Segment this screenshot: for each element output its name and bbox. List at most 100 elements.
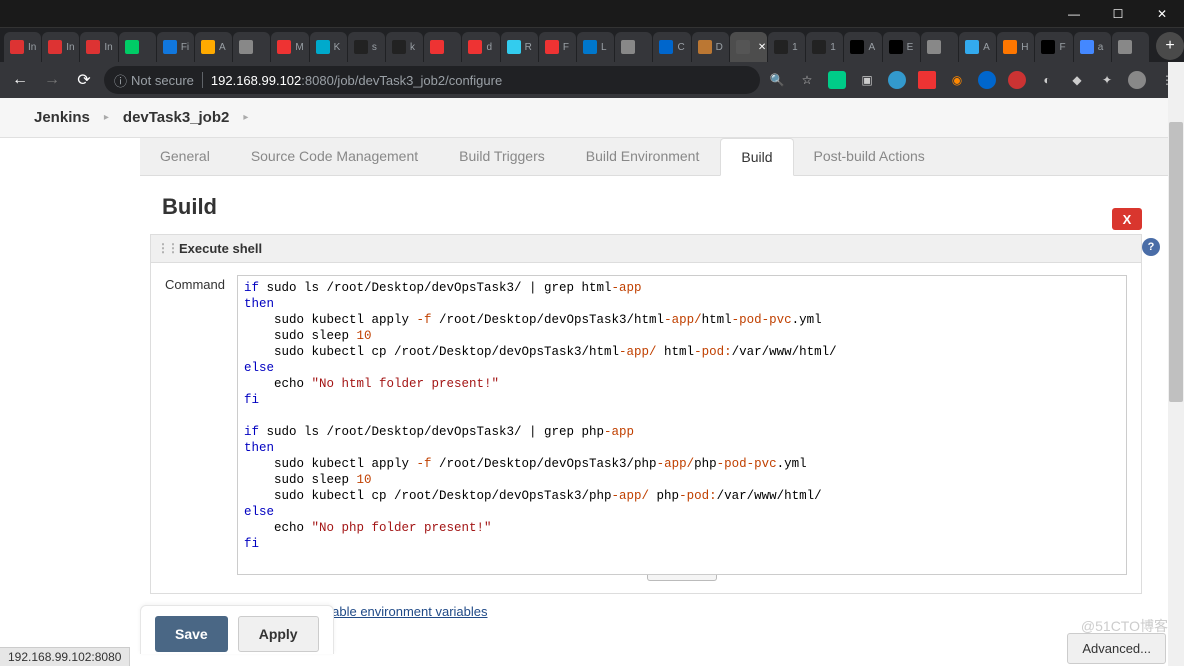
resize-handle[interactable]	[647, 575, 717, 581]
tab-label: F	[563, 42, 569, 53]
favicon-icon	[621, 40, 635, 54]
browser-tab[interactable]: 1	[806, 32, 843, 62]
apply-button[interactable]: Apply	[238, 616, 319, 652]
favicon-icon	[698, 40, 712, 54]
profile-avatar[interactable]	[1128, 71, 1146, 89]
favicon-icon	[86, 40, 100, 54]
browser-tab[interactable]	[1112, 32, 1149, 62]
watermark: @51CTO博客	[1081, 616, 1168, 636]
ext-icon-4[interactable]	[918, 71, 936, 89]
browser-tab[interactable]	[424, 32, 461, 62]
breadcrumb: Jenkins ▸ devTask3_job2 ▸	[0, 98, 1184, 138]
url-input[interactable]: ⓘ Not secure 192.168.99.102:8080/job/dev…	[104, 66, 760, 94]
browser-tab[interactable]	[119, 32, 156, 62]
tab-post-build[interactable]: Post-build Actions	[794, 138, 946, 175]
window-titlebar	[0, 0, 1184, 28]
browser-tab[interactable]: A	[844, 32, 881, 62]
scrollbar[interactable]	[1168, 62, 1184, 666]
ext-icon-2[interactable]: ▣	[858, 71, 876, 89]
browser-tab[interactable]: d	[462, 32, 499, 62]
browser-tab[interactable]: A	[959, 32, 996, 62]
favicon-icon	[545, 40, 559, 54]
browser-tab[interactable]	[233, 32, 270, 62]
help-icon[interactable]: ?	[1142, 238, 1160, 256]
ext-icon-3[interactable]	[888, 71, 906, 89]
browser-tab[interactable]: R	[501, 32, 538, 62]
extensions-icon[interactable]: ✦	[1098, 71, 1116, 89]
tab-label: 1	[830, 42, 836, 53]
browser-tab[interactable]	[921, 32, 958, 62]
browser-tab[interactable]: H	[997, 32, 1034, 62]
forward-button[interactable]: →	[40, 68, 64, 92]
drag-handle-icon[interactable]: ⋮⋮	[157, 241, 177, 255]
browser-tab[interactable]: D	[692, 32, 729, 62]
tab-label: Fi	[181, 42, 189, 53]
browser-tab[interactable]: K	[310, 32, 347, 62]
favicon-icon	[277, 40, 291, 54]
tab-triggers[interactable]: Build Triggers	[439, 138, 566, 175]
browser-tab[interactable]	[615, 32, 652, 62]
zoom-icon[interactable]: 🔍	[768, 71, 786, 89]
delete-step-button[interactable]: X	[1112, 208, 1142, 230]
step-header[interactable]: ⋮⋮ Execute shell	[151, 235, 1141, 263]
tab-label: In	[104, 42, 112, 53]
browser-tab[interactable]: E	[883, 32, 920, 62]
reload-button[interactable]: ⟳	[72, 68, 96, 92]
tab-label: a	[1098, 42, 1104, 53]
tab-environment[interactable]: Build Environment	[566, 138, 721, 175]
scroll-thumb[interactable]	[1169, 122, 1183, 402]
browser-tab[interactable]: C	[653, 32, 690, 62]
advanced-button[interactable]: Advanced...	[1067, 633, 1166, 664]
browser-tab[interactable]: M	[271, 32, 308, 62]
command-textarea[interactable]: if sudo ls /root/Desktop/devOpsTask3/ | …	[237, 275, 1127, 575]
browser-tab[interactable]: 1	[768, 32, 805, 62]
tab-label: In	[66, 42, 74, 53]
browser-tab[interactable]: Fi	[157, 32, 194, 62]
tab-close-icon[interactable]: ✕	[758, 42, 766, 53]
sidebar-spacer	[0, 138, 140, 666]
ext-icon-1[interactable]	[828, 71, 846, 89]
tab-label: A	[868, 42, 875, 53]
browser-tab[interactable]: a	[1074, 32, 1111, 62]
browser-tab[interactable]: In	[4, 32, 41, 62]
browser-tab[interactable]: ✕	[730, 32, 767, 62]
tab-label: d	[486, 42, 492, 53]
favicon-icon	[1041, 40, 1055, 54]
favicon-icon	[430, 40, 444, 54]
ext-icon-6[interactable]	[978, 71, 996, 89]
browser-tab[interactable]: F	[539, 32, 576, 62]
tab-label: A	[983, 42, 990, 53]
browser-tab[interactable]: F	[1035, 32, 1072, 62]
new-tab-button[interactable]: +	[1156, 32, 1184, 60]
save-button[interactable]: Save	[155, 616, 228, 652]
window-close-button[interactable]	[1140, 0, 1184, 28]
browser-tab[interactable]: A	[195, 32, 232, 62]
tab-build[interactable]: Build	[720, 138, 793, 176]
favicon-icon	[1080, 40, 1094, 54]
favicon-icon	[354, 40, 368, 54]
tab-label: A	[219, 42, 226, 53]
breadcrumb-job[interactable]: devTask3_job2	[109, 109, 243, 126]
back-button[interactable]: ←	[8, 68, 32, 92]
browser-tab[interactable]: L	[577, 32, 614, 62]
window-minimize-button[interactable]	[1052, 0, 1096, 28]
browser-tab[interactable]: In	[42, 32, 79, 62]
browser-tab[interactable]: In	[80, 32, 117, 62]
tab-label: k	[410, 42, 415, 53]
ext-icon-8[interactable]: ◐	[1038, 71, 1056, 89]
ext-icon-5[interactable]: ◉	[948, 71, 966, 89]
build-step-execute-shell: ⋮⋮ Execute shell Command if sudo ls /roo…	[150, 234, 1142, 594]
window-maximize-button[interactable]	[1096, 0, 1140, 28]
ext-icon-9[interactable]: ◆	[1068, 71, 1086, 89]
favicon-icon	[812, 40, 826, 54]
tab-label: In	[28, 42, 36, 53]
favicon-icon	[774, 40, 788, 54]
breadcrumb-jenkins[interactable]: Jenkins	[20, 109, 104, 126]
tab-label: D	[716, 42, 723, 53]
tab-general[interactable]: General	[140, 138, 231, 175]
browser-tab[interactable]: s	[348, 32, 385, 62]
browser-tab[interactable]: k	[386, 32, 423, 62]
tab-scm[interactable]: Source Code Management	[231, 138, 439, 175]
ext-icon-7[interactable]	[1008, 71, 1026, 89]
bookmark-icon[interactable]: ☆	[798, 71, 816, 89]
